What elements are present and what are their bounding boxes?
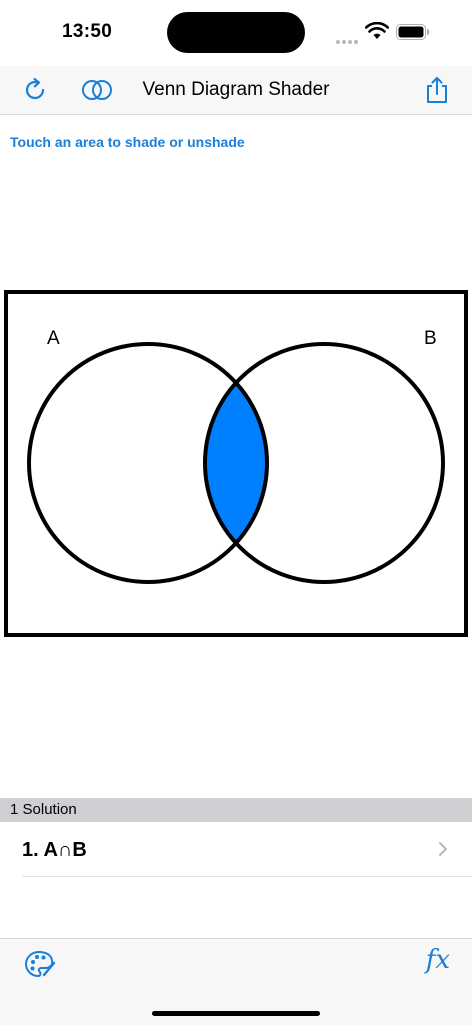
home-indicator — [152, 1011, 320, 1016]
instruction-text: Touch an area to shade or unshade — [10, 134, 245, 150]
share-icon[interactable] — [422, 75, 452, 105]
solutions-header: 1 Solution — [0, 798, 472, 822]
solution-text: 1. A∩B — [22, 839, 87, 861]
solution-row[interactable]: 1. A∩B — [0, 822, 472, 876]
page-title: Venn Diagram Shader — [142, 79, 330, 100]
solutions-count: 1 Solution — [10, 801, 77, 818]
wifi-icon — [365, 22, 389, 39]
status-bar: 13:50 — [0, 0, 472, 66]
cellular-signal-icon — [336, 31, 360, 49]
set-b-label: B — [424, 328, 437, 349]
chevron-right-icon — [439, 842, 447, 856]
set-a-label: A — [47, 328, 60, 349]
function-button[interactable]: fx — [426, 945, 450, 975]
palette-icon[interactable] — [24, 949, 56, 979]
status-time: 13:50 — [62, 21, 113, 42]
bottom-toolbar: fx — [0, 938, 472, 1025]
row-divider — [22, 876, 472, 877]
battery-icon — [396, 24, 429, 40]
venn-diagram[interactable]: A B — [0, 286, 472, 642]
navigation-bar: Venn Diagram Shader — [0, 66, 472, 115]
dynamic-island — [167, 12, 305, 53]
